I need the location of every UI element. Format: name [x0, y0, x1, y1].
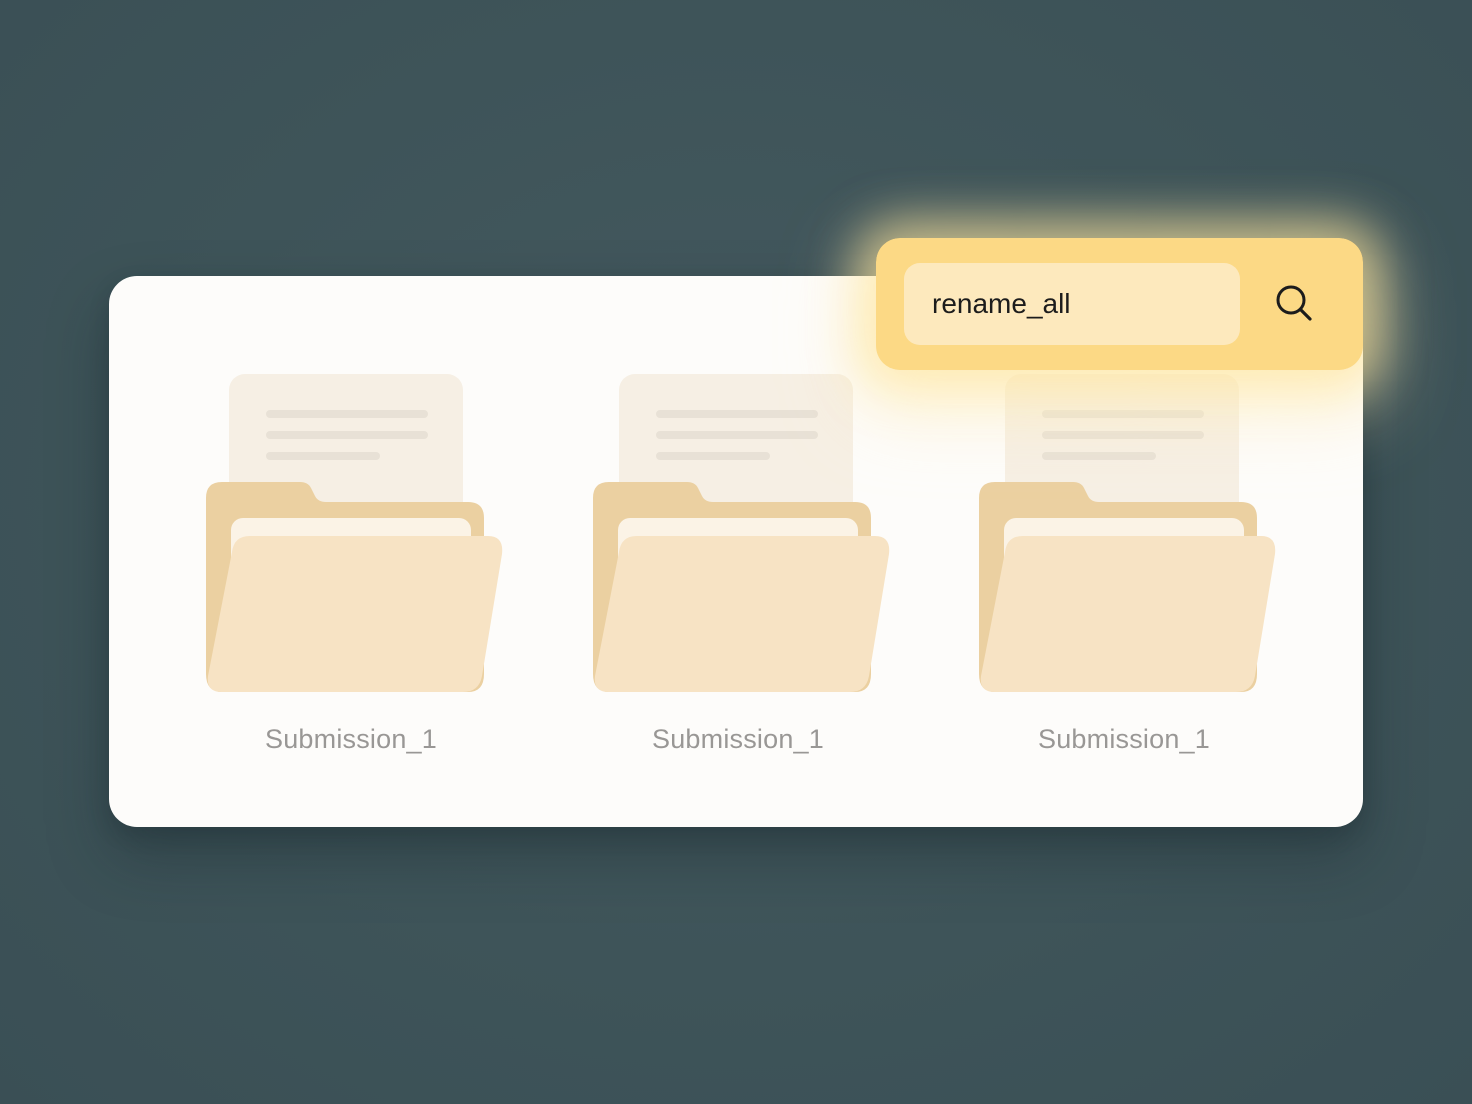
search-input[interactable]: rename_all — [904, 263, 1240, 345]
folder-icon — [206, 374, 503, 692]
folder-item-2[interactable]: Submission_1 — [593, 374, 893, 774]
folder-label: Submission_1 — [652, 724, 824, 754]
folder-icon — [979, 374, 1276, 692]
search-icon[interactable] — [1270, 279, 1320, 329]
folder-item-1[interactable]: Submission_1 — [206, 374, 506, 774]
folder-icon — [593, 374, 890, 692]
search-bar: rename_all — [876, 238, 1363, 370]
folder-label: Submission_1 — [1038, 724, 1210, 754]
folder-item-3[interactable]: Submission_1 — [979, 374, 1279, 774]
folder-label: Submission_1 — [265, 724, 437, 754]
